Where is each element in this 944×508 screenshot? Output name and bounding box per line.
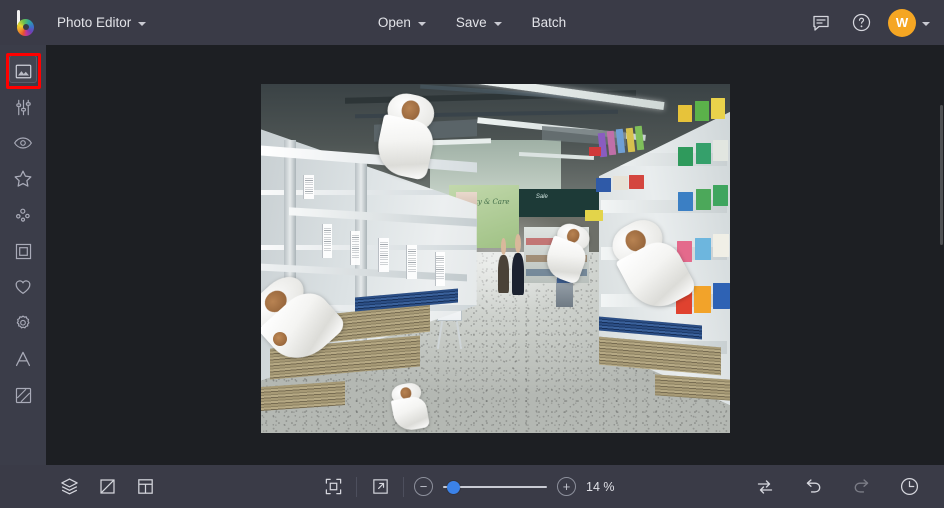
chevron-down-icon <box>138 21 147 26</box>
fit-to-screen-button[interactable] <box>320 474 346 500</box>
sidebar-item-image[interactable] <box>0 53 46 89</box>
open-button-label: Open <box>377 15 411 30</box>
history-button[interactable] <box>896 474 922 500</box>
photo-frame[interactable]: Beauty & Care Sale <box>261 84 730 433</box>
zoom-out-button[interactable]: − <box>414 477 433 496</box>
open-button[interactable]: Open <box>367 9 437 37</box>
zoom-in-button[interactable]: + <box>557 477 576 496</box>
crop-button[interactable] <box>94 474 120 500</box>
eye-icon <box>13 137 33 149</box>
chevron-down-icon <box>922 21 930 26</box>
account-menu[interactable]: W <box>888 8 930 37</box>
divider <box>403 476 404 497</box>
badge-scallop-icon <box>16 315 30 329</box>
sidebar-item-watermark[interactable] <box>0 377 46 413</box>
chevron-down-icon <box>417 21 426 26</box>
avatar[interactable]: W <box>888 8 916 37</box>
compare-button[interactable] <box>752 474 778 500</box>
layers-stack-icon <box>60 478 78 495</box>
bottombar-right-group <box>752 474 944 500</box>
layout-button[interactable] <box>132 474 158 500</box>
diagonal-stripe-icon <box>15 387 31 403</box>
feedback-button[interactable] <box>808 10 834 36</box>
batch-button[interactable]: Batch <box>521 9 578 37</box>
sidebar-item-effects[interactable] <box>0 161 46 197</box>
save-button[interactable]: Save <box>445 9 513 37</box>
topbar-left-group: Photo Editor <box>0 8 157 38</box>
layout-grid-icon <box>137 479 153 494</box>
sidebar-item-adjust[interactable] <box>0 89 46 125</box>
tool-sidebar <box>0 45 46 465</box>
speech-bubble-icon <box>813 15 829 31</box>
text-a-icon <box>15 351 31 367</box>
edited-photo: Beauty & Care Sale <box>261 84 730 433</box>
sale-band-text: Sale <box>535 193 548 200</box>
sidebar-item-badges[interactable] <box>0 305 46 341</box>
divider <box>356 476 357 497</box>
sidebar-item-text[interactable] <box>0 341 46 377</box>
sidebar-item-overlays[interactable] <box>0 197 46 233</box>
topbar-right-group: W <box>808 8 944 37</box>
sliders-icon <box>15 99 31 115</box>
undo-button[interactable] <box>800 474 826 500</box>
scrollbar-thumb[interactable] <box>940 105 943 245</box>
dots-cluster-icon <box>16 208 30 222</box>
chevron-down-icon <box>493 21 502 26</box>
editor-body: Beauty & Care Sale <box>0 45 944 465</box>
clock-history-icon <box>900 477 918 496</box>
layers-button[interactable] <box>56 474 82 500</box>
canvas-vertical-scrollbar[interactable] <box>939 45 944 465</box>
zoom-slider[interactable] <box>443 480 547 494</box>
heart-icon <box>15 280 31 294</box>
fit-screen-icon <box>325 478 341 495</box>
compare-swap-icon <box>757 479 773 494</box>
sidebar-item-frames[interactable] <box>0 233 46 269</box>
redo-button[interactable] <box>848 474 874 500</box>
bottom-toolbar: − + 14 % <box>0 465 944 508</box>
sidebar-item-retouch[interactable] <box>0 125 46 161</box>
bottombar-left-group <box>0 474 158 500</box>
crop-icon <box>99 479 115 494</box>
image-mountain-icon <box>15 64 31 78</box>
photo-editor-window: Photo Editor Open Save Batch W Beauty & … <box>0 0 944 508</box>
image-canvas[interactable]: Beauty & Care Sale <box>46 45 944 465</box>
question-circle-icon <box>852 13 870 32</box>
redo-arrow-icon <box>854 479 868 493</box>
undo-arrow-icon <box>806 479 820 493</box>
help-button[interactable] <box>848 10 874 36</box>
zoom-slider-knob[interactable] <box>447 480 460 494</box>
expand-arrow-icon <box>372 479 388 494</box>
bc-color-wheel-logo[interactable] <box>10 8 40 38</box>
square-frame-icon <box>15 243 31 259</box>
star-icon <box>14 170 32 187</box>
save-button-label: Save <box>455 15 487 30</box>
product-menu-label: Photo Editor <box>57 15 132 30</box>
fullscreen-button[interactable] <box>367 474 393 500</box>
sidebar-item-favorites[interactable] <box>0 269 46 305</box>
top-toolbar: Photo Editor Open Save Batch W <box>0 0 944 45</box>
batch-button-label: Batch <box>531 15 567 30</box>
zoom-level-value: 14 % <box>586 479 615 494</box>
product-menu-button[interactable]: Photo Editor <box>46 9 157 37</box>
